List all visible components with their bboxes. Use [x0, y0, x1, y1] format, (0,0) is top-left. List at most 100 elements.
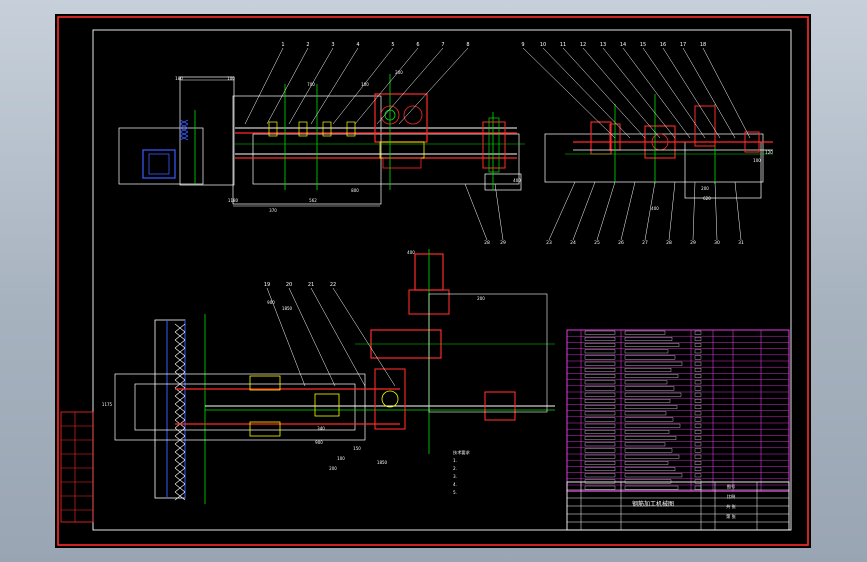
balloon-leader — [332, 287, 396, 387]
balloon-leader — [692, 181, 696, 241]
balloon-leader — [244, 47, 284, 125]
parts-list-cell-text — [624, 423, 681, 428]
balloon-label-lower: 23 — [546, 240, 552, 246]
balloon-label-5: 5 — [391, 42, 394, 48]
left-margin-border — [60, 411, 94, 523]
dimension-text: 800 — [351, 188, 359, 193]
parts-list-cell-text — [584, 374, 616, 378]
drawing-title: 钢筋加工机械图 — [632, 500, 674, 508]
parts-list-cell-text — [624, 430, 670, 434]
balloon-leader — [376, 47, 444, 125]
parts-list-cell-text — [694, 343, 702, 347]
parts-list-cell-text — [694, 436, 702, 440]
parts-list-cell-text — [584, 361, 616, 366]
dimension-text: 1180 — [228, 198, 239, 203]
note-line: 4. — [453, 482, 457, 487]
dimension-text: 120 — [765, 150, 773, 155]
parts-list-cell-text — [584, 330, 616, 335]
balloon-label-19: 19 — [264, 282, 270, 288]
gear-circle — [381, 390, 399, 408]
parts-list-cell-text — [624, 448, 673, 453]
parts-list-cell-text — [624, 361, 683, 366]
balloon-leader — [398, 47, 469, 125]
cad-drawing: 1 2 3 4 5 6 7 8180 100700 10020011803705628004009… — [57, 16, 809, 546]
parts-list-cell-text — [584, 399, 616, 403]
parts-list-cell-text — [694, 399, 702, 403]
balloon-label-18: 18 — [700, 42, 706, 48]
note-line: 5. — [453, 490, 457, 495]
parts-list-cell-text — [584, 368, 616, 372]
bottom-right-outline — [428, 293, 548, 413]
balloon-leader — [622, 47, 691, 139]
balloon-label-15: 15 — [640, 42, 646, 48]
balloon-label-lower: 29 — [500, 240, 506, 246]
parts-list-cell-text — [694, 417, 702, 422]
dimension-text: 1175 — [102, 402, 113, 407]
dimension-text: 400 — [513, 178, 521, 183]
top-left-base-outline — [118, 127, 204, 185]
dimension-text: 620 — [703, 196, 711, 201]
parts-list-cell-text — [694, 473, 702, 478]
pulley-right — [482, 121, 506, 169]
parts-list-cell-text — [584, 405, 616, 409]
parts-list-cell-text — [624, 368, 672, 372]
parts-list-cell-text — [584, 461, 616, 465]
parts-list-cell-text — [624, 355, 676, 360]
balloon-leader — [562, 47, 646, 139]
balloon-label-lower: 29 — [690, 240, 696, 246]
parts-list-cell-text — [624, 405, 678, 409]
bearing-yellow — [314, 393, 340, 417]
parts-list-cell-text — [624, 343, 680, 347]
gearbox-foot — [382, 157, 422, 169]
balloon-leader — [644, 181, 656, 241]
parts-list-cell-text — [694, 461, 702, 465]
balloon-label-17: 17 — [680, 42, 686, 48]
bearing-yellow — [249, 375, 281, 391]
balloon-leader — [542, 47, 631, 139]
note-line: 2. — [453, 466, 457, 471]
balloon-leader — [310, 287, 366, 387]
parts-list-cell-text — [624, 386, 675, 391]
balloon-leader — [714, 181, 718, 241]
parts-list-cell-text — [624, 392, 682, 397]
dimension-text: 700 — [307, 82, 315, 87]
balloon-leader — [620, 181, 636, 241]
balloon-label-9: 9 — [521, 42, 524, 48]
dimension-text: 200 — [477, 296, 485, 301]
parts-list-cell-text — [624, 417, 674, 422]
parts-list-cell-text — [694, 392, 702, 397]
parts-list-cell-text — [624, 473, 683, 478]
balloon-label-20: 20 — [286, 282, 292, 288]
balloon-label-12: 12 — [580, 42, 586, 48]
parts-list-cell-text — [624, 399, 671, 403]
balloon-leader — [596, 181, 616, 241]
parts-list-cell-text — [694, 405, 702, 409]
parts-list-cell-text — [694, 355, 702, 360]
parts-list-cell-text — [584, 436, 616, 440]
parts-list-cell-text — [624, 485, 679, 490]
note-line: 3. — [453, 474, 457, 479]
note-line: 技术要求 — [453, 449, 471, 456]
parts-list-cell-text — [624, 479, 672, 484]
dimension-text: 400 — [407, 250, 415, 255]
dimension-text: 100 — [337, 456, 345, 461]
parts-list-cell-text — [584, 343, 616, 347]
dimension-text: 900 — [315, 440, 323, 445]
parts-list-cell-text — [694, 430, 702, 434]
parts-list-cell-text — [584, 355, 616, 360]
balloon-leader — [668, 181, 676, 241]
parts-list-cell-text — [624, 454, 680, 459]
title-block-field: 共 张 — [726, 503, 737, 510]
balloon-label-7: 7 — [441, 42, 444, 48]
balloon-label-1: 1 — [281, 42, 284, 48]
dimension-text: 200 — [701, 186, 709, 191]
balloon-leader — [522, 47, 616, 139]
parts-list-cell-text — [624, 349, 669, 354]
cad-viewport[interactable]: 1 2 3 4 5 6 7 8 180 100 700 100 200 1180 370 562 800 400 9… — [55, 14, 811, 548]
drawing-outer-frame — [57, 16, 809, 546]
dimension-text: 1850 — [282, 306, 293, 311]
balloon-label-4: 4 — [356, 42, 359, 48]
balloon-label-8: 8 — [466, 42, 469, 48]
parts-list-cell-text — [624, 411, 667, 416]
balloon-label-lower: 28 — [666, 240, 672, 246]
